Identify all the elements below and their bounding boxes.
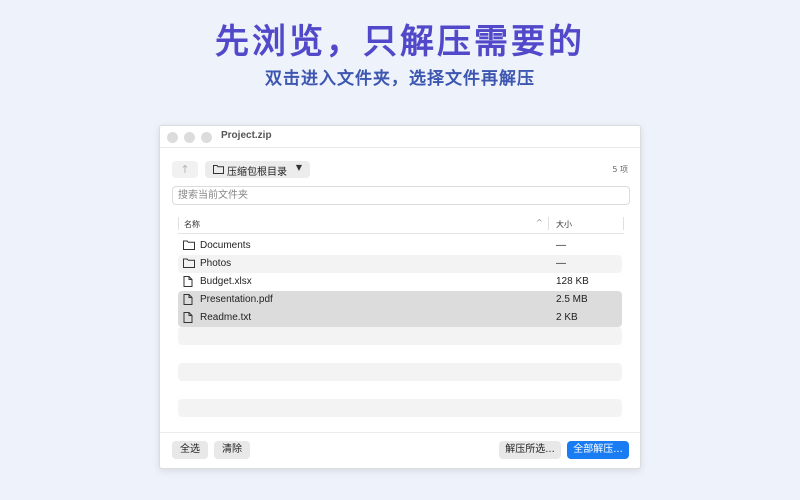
item-count: 5 项 — [612, 165, 628, 174]
table-row[interactable]: Budget.xlsx 128 KB — [178, 273, 622, 291]
file-list: Documents — Photos — Budget.xlsx 128 KB … — [178, 237, 622, 417]
column-header-name[interactable]: 名称 — [184, 219, 200, 230]
search-input[interactable] — [172, 186, 630, 205]
file-name: Readme.txt — [200, 312, 252, 323]
table-row[interactable]: Photos — — [178, 255, 622, 273]
file-size: 2 KB — [556, 312, 578, 323]
sort-ascending-icon: ^ — [536, 218, 543, 227]
file-icon — [183, 312, 193, 323]
file-name: Photos — [200, 258, 232, 269]
file-size: — — [556, 258, 566, 269]
promo-subheadline: 双击进入文件夹，选择文件再解压 — [265, 69, 535, 89]
file-name: Presentation.pdf — [200, 294, 273, 305]
extract-all-button[interactable]: 全部解压... — [567, 441, 629, 459]
file-name: Documents — [200, 240, 251, 251]
title-bar[interactable]: Project.zip — [160, 126, 640, 148]
path-label: 压缩包根目录 — [227, 167, 287, 178]
file-icon — [183, 294, 193, 305]
empty-row — [178, 399, 622, 417]
empty-row — [178, 327, 622, 345]
folder-icon — [213, 165, 224, 174]
footer-bar: 全选 清除 解压所选... 全部解压... — [160, 432, 640, 468]
file-size: 2.5 MB — [556, 294, 588, 305]
select-all-button[interactable]: 全选 — [172, 441, 208, 459]
zoom-window-button[interactable] — [201, 132, 212, 143]
go-up-button[interactable]: ↑ — [172, 161, 198, 178]
empty-row — [178, 345, 622, 363]
column-header-size[interactable]: 大小 — [556, 219, 572, 230]
minimize-window-button[interactable] — [184, 132, 195, 143]
empty-row — [178, 363, 622, 381]
empty-row — [178, 381, 622, 399]
archive-window: Project.zip ↑ 压缩包根目录 ▼ 5 项 名称 ^ 大小 Docum… — [159, 125, 641, 469]
table-row-selected[interactable]: Readme.txt 2 KB — [178, 309, 622, 327]
file-size: 128 KB — [556, 276, 589, 287]
file-size: — — [556, 240, 566, 251]
close-window-button[interactable] — [167, 132, 178, 143]
window-title: Project.zip — [221, 130, 272, 141]
folder-icon — [183, 258, 195, 268]
extract-selected-button[interactable]: 解压所选... — [499, 441, 561, 459]
table-row-selected[interactable]: Presentation.pdf 2.5 MB — [178, 291, 622, 309]
chevron-down-icon: ▼ — [295, 163, 302, 172]
promo-headline: 先浏览，只解压需要的 — [215, 22, 585, 62]
table-header: 名称 ^ 大小 — [178, 214, 624, 234]
file-name: Budget.xlsx — [200, 276, 252, 287]
clear-selection-button[interactable]: 清除 — [214, 441, 250, 459]
folder-icon — [183, 240, 195, 250]
table-row[interactable]: Documents — — [178, 237, 622, 255]
arrow-up-icon: ↑ — [180, 163, 190, 176]
file-icon — [183, 276, 193, 287]
path-dropdown[interactable]: 压缩包根目录 ▼ — [205, 161, 310, 178]
